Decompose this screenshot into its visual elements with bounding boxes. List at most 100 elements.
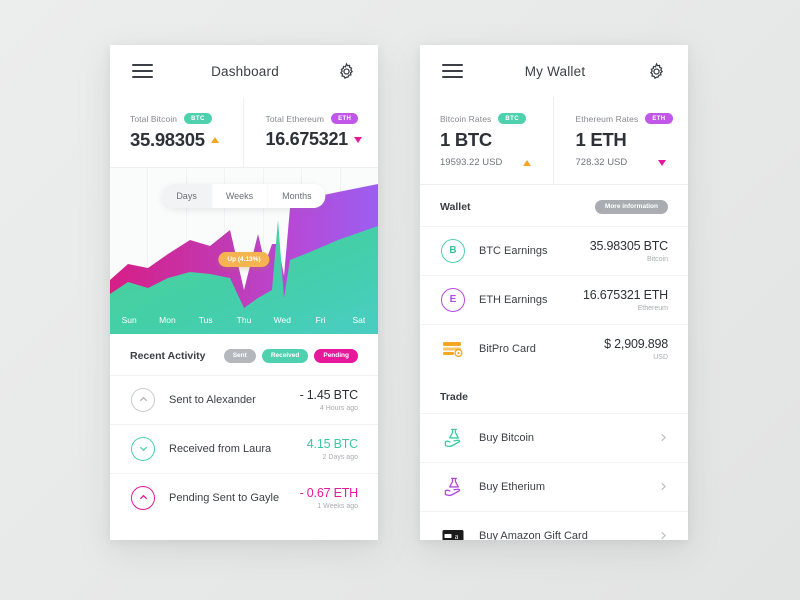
menu-icon[interactable] bbox=[442, 64, 463, 78]
segment-days[interactable]: Days bbox=[162, 184, 211, 208]
activity-amount: - 1.45 BTC bbox=[299, 387, 359, 402]
bitcoin-circle-icon: B bbox=[440, 238, 466, 264]
x-label-mon: Mon bbox=[159, 315, 176, 325]
hand-coin-teal-icon bbox=[440, 425, 466, 451]
total-ethereum-label: Total Ethereum bbox=[265, 113, 325, 124]
ethereum-circle-icon: E bbox=[440, 287, 466, 313]
eth-badge: ETH bbox=[331, 113, 359, 124]
wallet-section-header: Wallet More information bbox=[420, 185, 688, 226]
trend-up-icon bbox=[522, 159, 531, 166]
recent-activity-title: Recent Activity bbox=[130, 349, 206, 362]
dashboard-screen: Dashboard Total Bitcoin BTC 35.98305 Tot… bbox=[110, 45, 378, 540]
hand-coin-purple-icon bbox=[440, 474, 466, 500]
credit-card-icon bbox=[440, 336, 466, 362]
arrow-up-circle-icon bbox=[130, 485, 156, 511]
segment-weeks[interactable]: Weeks bbox=[210, 184, 268, 208]
bitcoin-glyph: B bbox=[449, 245, 457, 256]
wallet-row-eth[interactable]: E ETH Earnings 16.675321 ETH Ethereum bbox=[420, 274, 688, 324]
trade-section-title: Trade bbox=[440, 390, 469, 403]
bitcoin-rate: Bitcoin Rates BTC 1 BTC 19593.22 USD bbox=[420, 97, 553, 184]
wallet-item-sub: USD bbox=[653, 353, 668, 361]
svg-text:a: a bbox=[455, 532, 459, 540]
wallet-section-title: Wallet bbox=[440, 200, 471, 213]
trade-item-name: Buy Etherium bbox=[479, 480, 546, 493]
wallet-item-name: ETH Earnings bbox=[479, 293, 548, 306]
x-label-sat: Sat bbox=[352, 315, 366, 325]
bitcoin-rate-value: 1 BTC bbox=[440, 129, 492, 150]
trade-row-buy-amazon-gift-card[interactable]: a Buy Amazon Gift Card bbox=[420, 510, 688, 541]
dashboard-header: Dashboard bbox=[110, 45, 378, 97]
wallet-item-name: BTC Earnings bbox=[479, 244, 548, 257]
activity-name: Pending Sent to Gayle bbox=[169, 491, 280, 504]
trade-item-name: Buy Amazon Gift Card bbox=[479, 529, 588, 541]
total-bitcoin-label: Total Bitcoin bbox=[130, 113, 178, 124]
trade-item-name: Buy Bitcoin bbox=[479, 431, 535, 444]
gear-icon[interactable] bbox=[647, 61, 666, 81]
bitcoin-rate-label: Bitcoin Rates bbox=[440, 113, 492, 124]
recent-activity-header: Recent Activity Sent Received Pending bbox=[110, 334, 378, 375]
total-ethereum: Total Ethereum ETH 16.675321 bbox=[242, 97, 379, 167]
x-label-wed: Wed bbox=[273, 315, 291, 325]
chart-x-axis-labels: Sun Mon Tus Thu Wed Fri Sat bbox=[110, 315, 378, 325]
rates-strip: Bitcoin Rates BTC 1 BTC 19593.22 USD Eth… bbox=[420, 97, 688, 185]
totals-strip: Total Bitcoin BTC 35.98305 Total Ethereu… bbox=[110, 97, 378, 168]
ethereum-rate-value: 1 ETH bbox=[575, 129, 627, 150]
chart-tooltip: Up (4.13%) bbox=[218, 252, 270, 267]
wallet-item-sub: Bitcoin bbox=[646, 255, 668, 263]
activity-chart: Days Weeks Months Up (4.13%) Sun Mon Tus… bbox=[110, 168, 378, 334]
activity-amount: - 0.67 ETH bbox=[299, 485, 359, 500]
btc-badge: BTC bbox=[184, 113, 212, 124]
activity-time: 2 Days ago bbox=[322, 453, 358, 461]
activity-row-pending[interactable]: Pending Sent to Gayle - 0.67 ETH 1 Weeks… bbox=[110, 472, 378, 522]
ethereum-rate: Ethereum Rates ETH 1 ETH 728.32 USD bbox=[552, 97, 689, 184]
more-information-button[interactable]: More information bbox=[594, 200, 668, 214]
wallet-item-name: BitPro Card bbox=[479, 342, 536, 355]
total-bitcoin-value: 35.98305 bbox=[130, 129, 205, 150]
wallet-item-amount: $ 2,909.898 bbox=[604, 336, 668, 351]
activity-time: 4 Hours ago bbox=[319, 404, 358, 412]
trade-section-header: Trade bbox=[420, 373, 688, 413]
activity-name: Received from Laura bbox=[169, 442, 272, 455]
wallet-row-bitpro-card[interactable]: BitPro Card $ 2,909.898 USD bbox=[420, 323, 688, 373]
chevron-right-icon bbox=[661, 482, 666, 491]
wallet-row-btc[interactable]: B BTC Earnings 35.98305 BTC Bitcoin bbox=[420, 225, 688, 275]
wallet-screen: My Wallet Bitcoin Rates BTC 1 BTC 19593.… bbox=[420, 45, 688, 540]
page-title: Dashboard bbox=[211, 63, 279, 79]
x-label-fri: Fri bbox=[315, 315, 326, 325]
trade-row-buy-bitcoin[interactable]: Buy Bitcoin bbox=[420, 412, 688, 462]
activity-time: 1 Weeks ago bbox=[317, 502, 358, 510]
tag-received[interactable]: Received bbox=[261, 349, 309, 363]
total-ethereum-value: 16.675321 bbox=[265, 129, 349, 149]
segment-months[interactable]: Months bbox=[267, 184, 326, 208]
ethereum-rate-label: Ethereum Rates bbox=[575, 113, 639, 124]
activity-row-sent[interactable]: Sent to Alexander - 1.45 BTC 4 Hours ago bbox=[110, 374, 378, 424]
chevron-right-icon bbox=[661, 433, 666, 442]
total-bitcoin: Total Bitcoin BTC 35.98305 bbox=[110, 97, 243, 167]
wallet-item-amount: 35.98305 BTC bbox=[589, 238, 668, 253]
trend-up-icon bbox=[210, 137, 219, 143]
tag-sent[interactable]: Sent bbox=[223, 349, 256, 363]
arrow-down-circle-icon bbox=[130, 436, 156, 462]
screenshot-stage: Dashboard Total Bitcoin BTC 35.98305 Tot… bbox=[0, 0, 800, 600]
x-label-thu: Thu bbox=[236, 315, 252, 325]
btc-badge: BTC bbox=[498, 113, 526, 124]
arrow-up-circle-icon bbox=[130, 387, 156, 413]
gear-icon[interactable] bbox=[337, 61, 356, 81]
x-label-sun: Sun bbox=[121, 315, 137, 325]
ethereum-glyph: E bbox=[449, 294, 457, 305]
wallet-item-sub: Ethereum bbox=[637, 304, 668, 312]
chevron-right-icon bbox=[661, 531, 666, 540]
activity-name: Sent to Alexander bbox=[169, 393, 256, 406]
menu-icon[interactable] bbox=[132, 64, 153, 78]
amazon-gift-card-icon: a bbox=[440, 523, 466, 540]
x-label-tus: Tus bbox=[198, 315, 213, 325]
eth-badge: ETH bbox=[645, 113, 673, 124]
trend-down-icon bbox=[353, 136, 362, 143]
trend-down-icon bbox=[658, 159, 666, 166]
trade-row-buy-etherium[interactable]: Buy Etherium bbox=[420, 461, 688, 511]
bitcoin-rate-usd: 19593.22 USD bbox=[440, 157, 503, 168]
tag-pending[interactable]: Pending bbox=[314, 349, 358, 363]
page-title: My Wallet bbox=[524, 63, 586, 79]
activity-row-received[interactable]: Received from Laura 4.15 BTC 2 Days ago bbox=[110, 423, 378, 473]
range-segmented-control[interactable]: Days Weeks Months bbox=[162, 184, 326, 208]
